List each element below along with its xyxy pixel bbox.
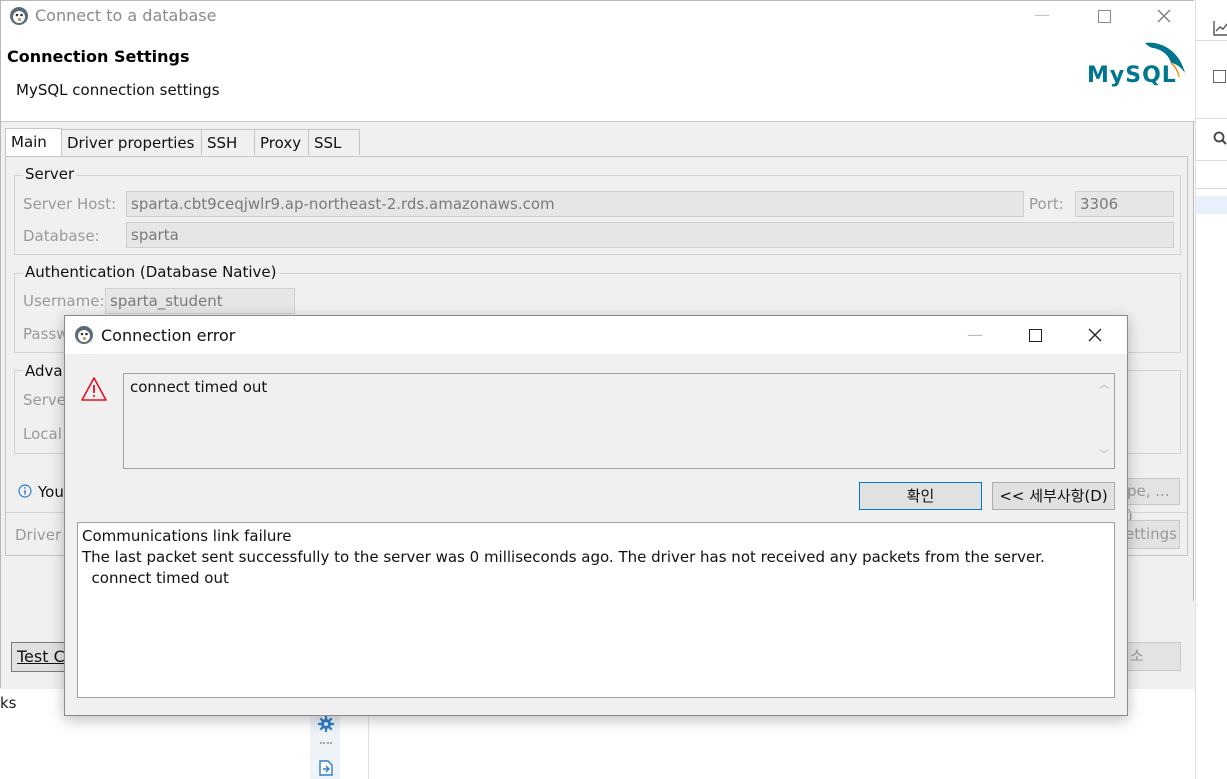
tab-proxy[interactable]: Proxy bbox=[254, 129, 309, 155]
tab-driver-properties[interactable]: Driver properties bbox=[61, 129, 202, 155]
tab-main[interactable]: Main bbox=[5, 128, 62, 156]
close-icon bbox=[1157, 9, 1171, 23]
close-button[interactable] bbox=[1065, 316, 1125, 354]
driver-label: Driver bbox=[15, 526, 62, 544]
scroll-up-icon[interactable]: ︿ bbox=[1098, 380, 1110, 392]
minimize-button[interactable]: — bbox=[945, 316, 1005, 354]
port-input[interactable]: 3306 bbox=[1075, 191, 1174, 217]
tab-ssl[interactable]: SSL bbox=[308, 129, 360, 155]
dbeaver-icon bbox=[75, 326, 93, 344]
password-label: Passw bbox=[23, 325, 69, 343]
page-subtitle: MySQL connection settings bbox=[16, 81, 220, 99]
connection-error-dialog: Connection error — connect timed out ︿ ﹀… bbox=[64, 315, 1128, 716]
username-input[interactable]: sparta_student bbox=[105, 288, 295, 314]
server-host-label: Server Host: bbox=[23, 195, 117, 213]
dbeaver-icon bbox=[10, 7, 28, 25]
username-label: Username: bbox=[23, 292, 105, 310]
details-line: connect timed out bbox=[82, 569, 229, 587]
ok-button[interactable]: 확인 bbox=[859, 482, 982, 510]
info-text: You bbox=[38, 483, 64, 501]
warning-icon bbox=[81, 377, 107, 401]
chart-icon[interactable] bbox=[1213, 20, 1227, 36]
background-app-strip bbox=[1195, 0, 1227, 779]
checkbox[interactable] bbox=[1213, 70, 1226, 83]
details-button[interactable]: << 세부사항(D) bbox=[992, 482, 1115, 510]
local-client-label: Local bbox=[23, 425, 62, 443]
database-label: Database: bbox=[23, 227, 100, 245]
server-group: Server Server Host: sparta.cbt9ceqjwlr9.… bbox=[14, 165, 1181, 255]
driver-settings-button[interactable]: ettings bbox=[1124, 520, 1180, 549]
server-host-input[interactable]: sparta.cbt9ceqjwlr9.ap-northeast-2.rds.a… bbox=[126, 191, 1024, 217]
maximize-button[interactable] bbox=[1081, 1, 1127, 31]
details-line: Communications link failure bbox=[82, 527, 292, 545]
info-icon bbox=[18, 484, 32, 498]
close-icon bbox=[1088, 328, 1102, 342]
test-connection-label: Test C bbox=[17, 647, 65, 666]
edit-driver-options-button[interactable]: pe, ... ) bbox=[1124, 478, 1180, 525]
close-button[interactable] bbox=[1141, 1, 1187, 31]
scroll-down-icon[interactable]: ﹀ bbox=[1098, 450, 1110, 462]
minimize-button[interactable]: — bbox=[1019, 1, 1065, 31]
settings-icon[interactable] bbox=[318, 716, 334, 732]
settings-header: Connection Settings MySQL connection set… bbox=[1, 31, 1195, 122]
mysql-logo: MySQL bbox=[1087, 39, 1187, 93]
error-message-box[interactable]: connect timed out ︿ ﹀ bbox=[123, 373, 1115, 469]
details-line: The last packet sent successfully to the… bbox=[82, 548, 1045, 566]
window-titlebar: Connect to a database — bbox=[1, 1, 1195, 31]
page-title: Connection Settings bbox=[7, 47, 190, 66]
document-icon[interactable] bbox=[319, 760, 333, 776]
search-icon[interactable] bbox=[1213, 131, 1227, 145]
mysql-logo-text: MySQL bbox=[1087, 63, 1177, 88]
maximize-button[interactable] bbox=[1005, 316, 1065, 354]
tab-ssh[interactable]: SSH bbox=[201, 129, 255, 155]
authentication-legend: Authentication (Database Native) bbox=[23, 263, 279, 281]
error-details-box[interactable]: Communications link failure The last pac… bbox=[77, 522, 1115, 698]
dialog-title: Connection error bbox=[101, 326, 236, 345]
window-title: Connect to a database bbox=[35, 6, 217, 25]
cancel-button[interactable]: 소 bbox=[1119, 642, 1181, 671]
background-partial-text: ks bbox=[0, 694, 17, 712]
port-label: Port: bbox=[1029, 195, 1064, 213]
error-message: connect timed out bbox=[130, 378, 268, 396]
separator bbox=[320, 742, 332, 746]
server-legend: Server bbox=[23, 165, 77, 183]
database-input[interactable]: sparta bbox=[126, 222, 1174, 248]
dialog-titlebar: Connection error — bbox=[65, 316, 1127, 354]
